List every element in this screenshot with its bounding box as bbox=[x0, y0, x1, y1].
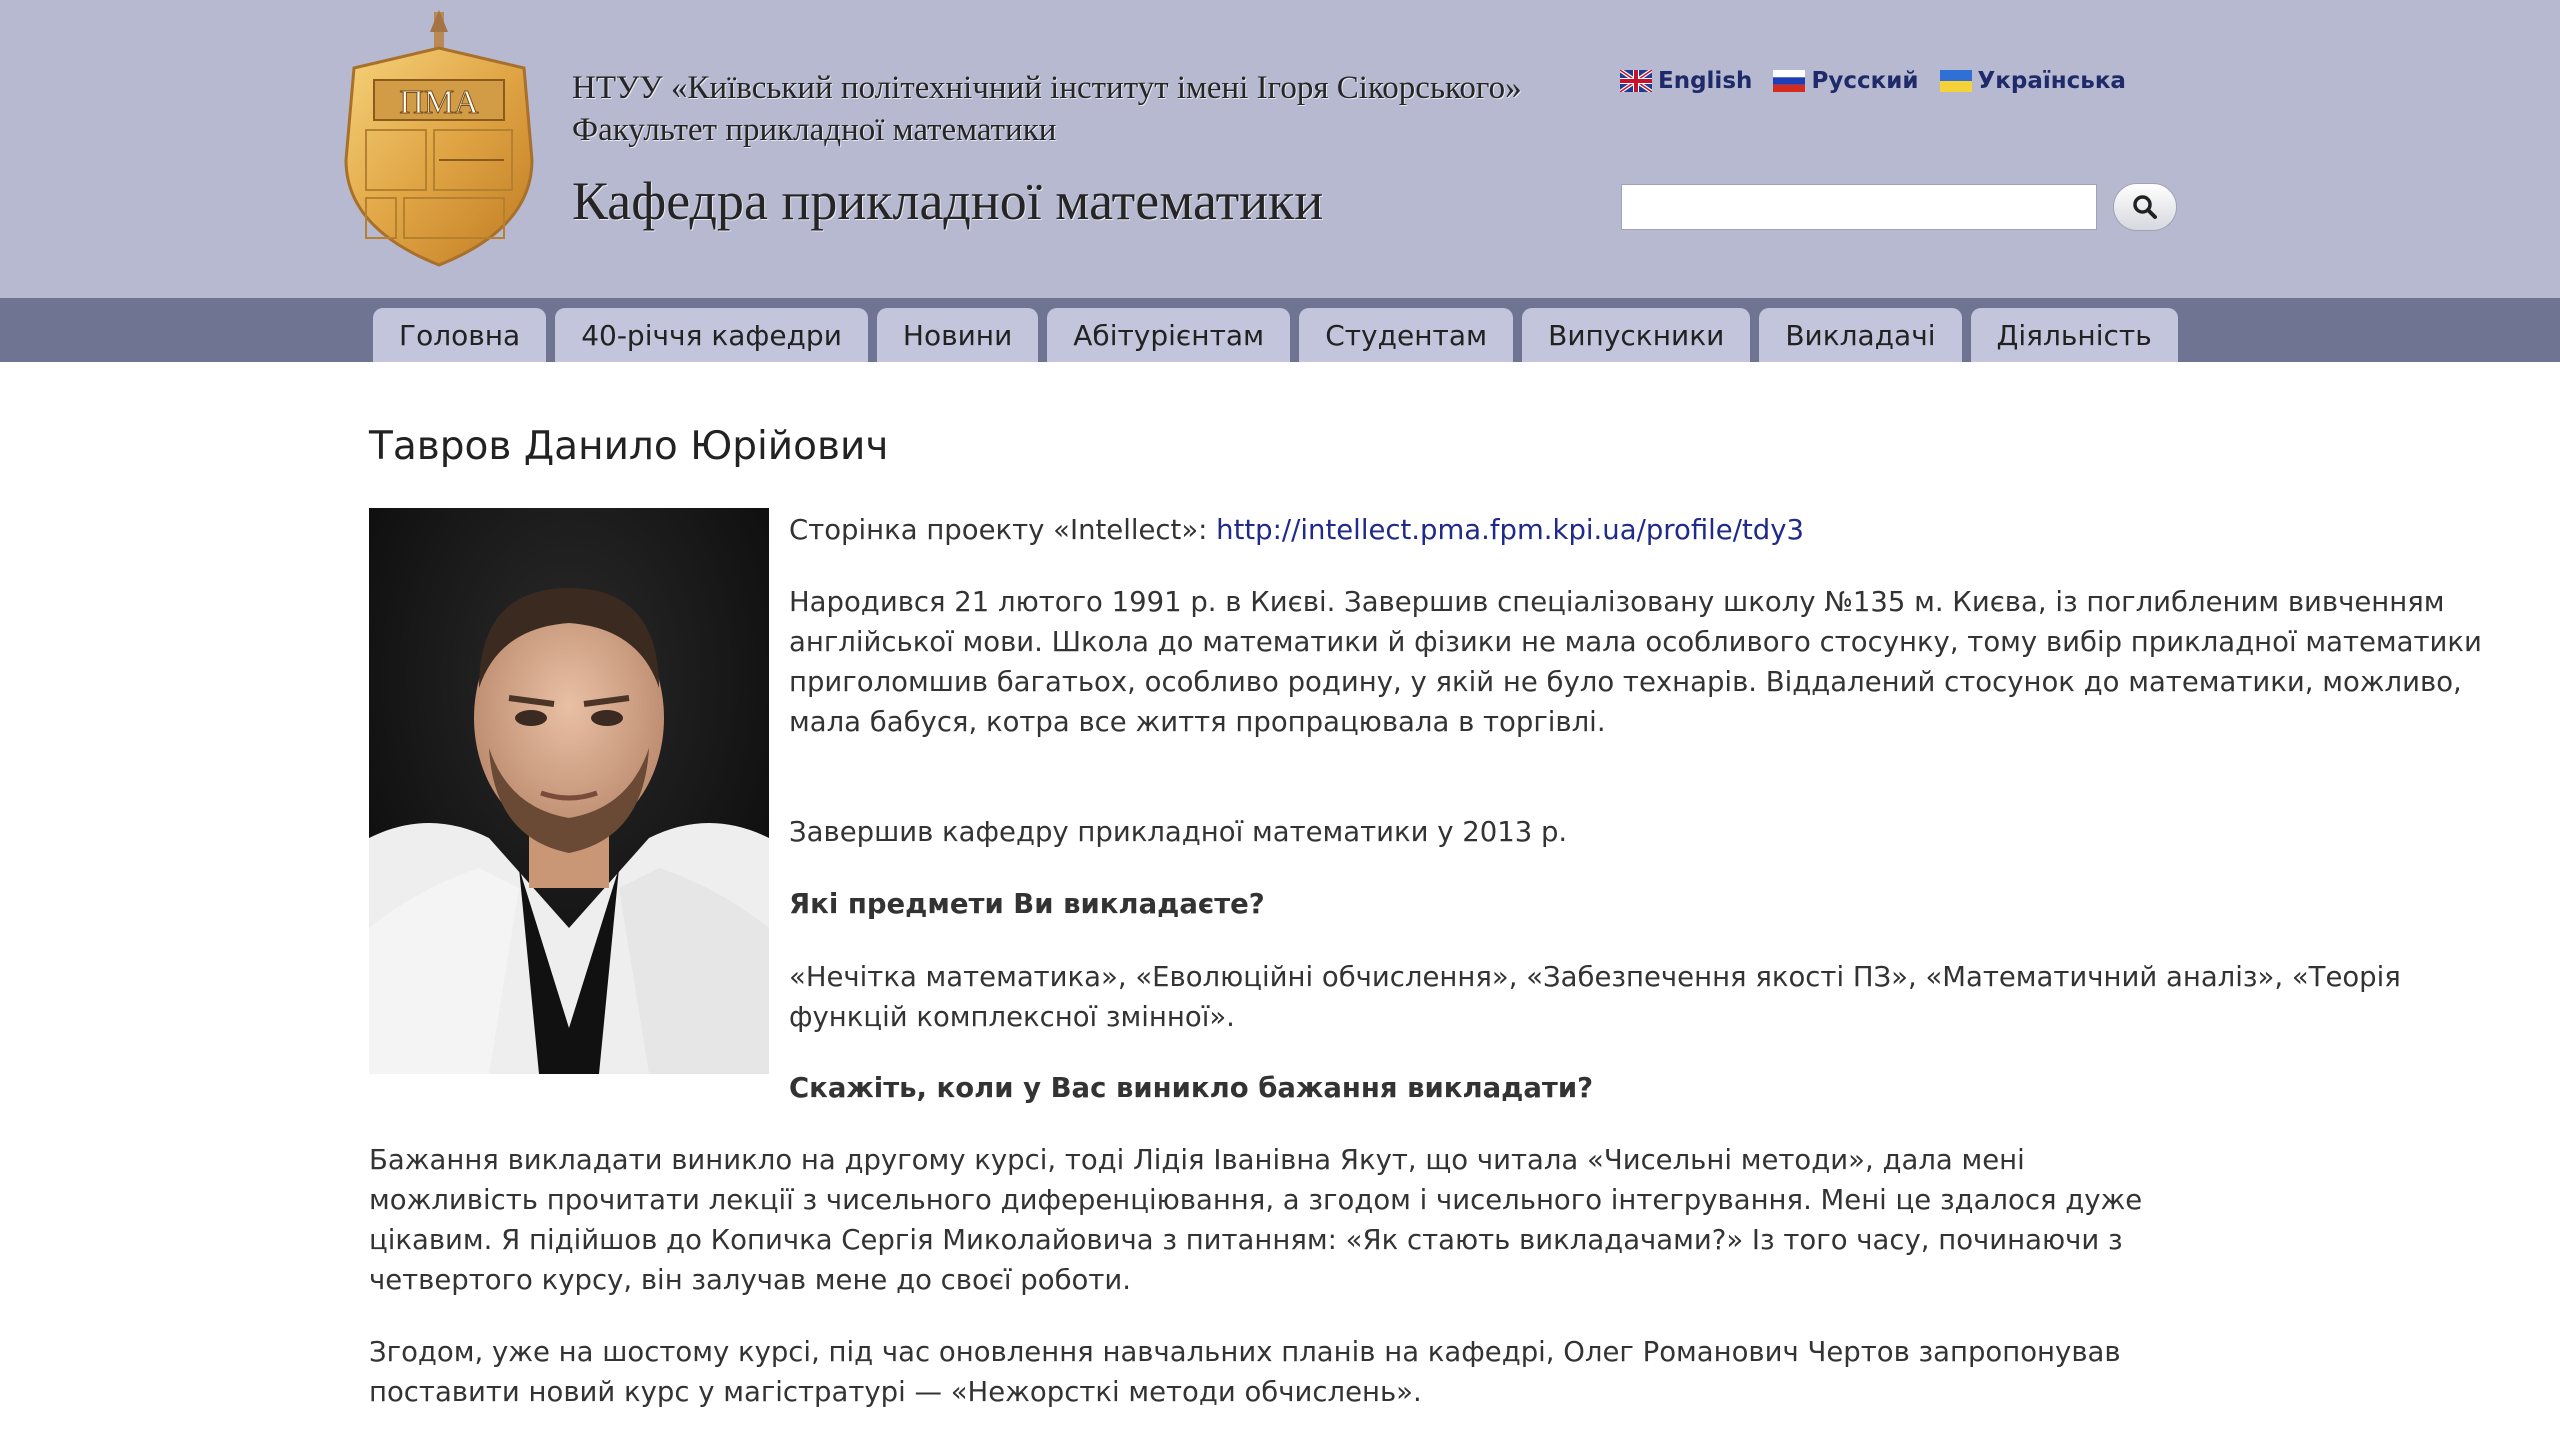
language-label: English bbox=[1658, 68, 1753, 94]
language-switcher: English Русский Українська bbox=[1620, 68, 2142, 98]
question-subjects: Які предмети Ви викладаєте? bbox=[789, 888, 1265, 920]
language-english[interactable]: English bbox=[1620, 68, 1752, 94]
ua-flag-icon bbox=[1939, 70, 1972, 92]
nav-tab-40-anniversary[interactable]: 40-річчя кафедри bbox=[555, 308, 868, 362]
language-label: Українська bbox=[1977, 68, 2126, 94]
intellect-page-label: Сторінка проекту «Intellect»: bbox=[789, 514, 1217, 546]
answer-teaching-start: Бажання викладати виникло на другому кур… bbox=[369, 1144, 2143, 1296]
nav-tab-graduates[interactable]: Випускники bbox=[1522, 308, 1751, 362]
nav-tab-teachers[interactable]: Викладачі bbox=[1759, 308, 1962, 362]
faculty-name: Факультет прикладної математики bbox=[572, 112, 1057, 148]
profile-photo bbox=[369, 508, 769, 1074]
nav-tab-news[interactable]: Новини bbox=[876, 308, 1039, 362]
site-header: ПМА НТУУ «Київський політехнічний інстит… bbox=[0, 0, 2560, 298]
uk-flag-icon bbox=[1620, 70, 1652, 92]
language-label: Русский bbox=[1811, 68, 1919, 94]
page-title: Тавров Данило Юрійович bbox=[369, 424, 889, 469]
intellect-profile-link[interactable]: http://intellect.pma.fpm.kpi.ua/profile/… bbox=[1216, 514, 1804, 546]
answer-subjects: «Нечітка математика», «Еволюційні обчисл… bbox=[789, 961, 2401, 1033]
department-name[interactable]: Кафедра прикладної математики bbox=[572, 170, 1323, 232]
search-input[interactable] bbox=[1621, 184, 2097, 230]
intellect-page-line: Сторінка проекту «Intellect»: http://int… bbox=[789, 510, 2514, 550]
question-teaching-start: Скажіть, коли у Вас виникло бажання викл… bbox=[789, 1072, 1594, 1104]
nav-tab-home[interactable]: Головна bbox=[373, 308, 547, 362]
language-ukrainian[interactable]: Українська bbox=[1939, 68, 2126, 94]
nav-tab-students[interactable]: Студентам bbox=[1299, 308, 1514, 362]
bio-paragraph-2: Завершив кафедру прикладної математики у… bbox=[789, 816, 1568, 848]
ru-flag-icon bbox=[1773, 70, 1806, 92]
nav-tab-applicants[interactable]: Абітурієнтам bbox=[1047, 308, 1291, 362]
search-icon bbox=[2133, 195, 2157, 219]
svg-text:ПМА: ПМА bbox=[399, 84, 479, 121]
university-name: НТУУ «Київський політехнічний інститут і… bbox=[572, 70, 1522, 106]
department-crest-icon[interactable]: ПМА bbox=[334, 10, 544, 268]
search-button[interactable] bbox=[2113, 183, 2177, 231]
main-nav: Головна 40-річчя кафедри Новини Абітуріє… bbox=[0, 298, 2560, 362]
language-russian[interactable]: Русский bbox=[1773, 68, 1918, 94]
answer-new-course: Згодом, уже на шостому курсі, під час он… bbox=[369, 1336, 2121, 1408]
nav-tab-activities[interactable]: Діяльність bbox=[1970, 308, 2178, 362]
bio-paragraph-1: Народився 21 лютого 1991 р. в Києві. Зав… bbox=[789, 586, 2482, 738]
